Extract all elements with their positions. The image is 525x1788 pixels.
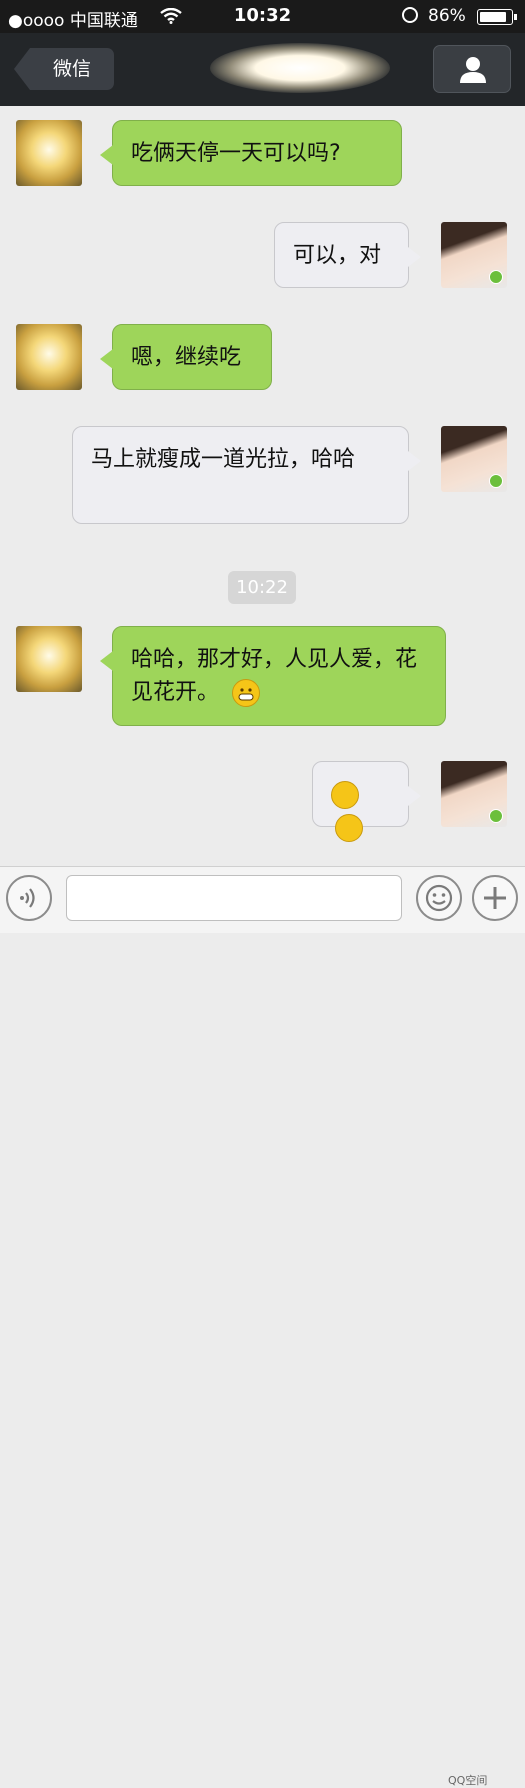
message-text: 哈哈，那才好，人见人爱，花见花开。 — [131, 647, 418, 705]
message-bubble[interactable] — [312, 761, 421, 842]
smiley-icon — [425, 884, 453, 912]
message-input[interactable] — [66, 875, 402, 921]
timestamp: 10:22 — [228, 571, 296, 604]
contact-avatar[interactable] — [16, 120, 82, 186]
rotation-lock-icon — [402, 7, 418, 23]
contact-avatar[interactable] — [16, 324, 82, 390]
my-avatar[interactable] — [441, 761, 507, 827]
voice-button[interactable] — [6, 875, 52, 921]
verified-badge-icon — [489, 474, 503, 488]
voice-icon — [20, 888, 35, 908]
laughing-emoji-icon — [331, 781, 359, 809]
message-list[interactable]: 吃俩天停一天可以吗? 可以，对 嗯，继续吃 马上就瘦成一道光拉，哈哈 10:22… — [0, 106, 525, 866]
message-bubble[interactable]: 吃俩天停一天可以吗? — [100, 120, 402, 186]
watermark: QQ空间 — [448, 1774, 488, 1787]
obscured-title — [180, 33, 410, 106]
person-icon — [460, 57, 486, 83]
laughing-emoji-icon — [335, 814, 363, 842]
chat-info-button[interactable] — [433, 45, 511, 93]
contact-avatar[interactable] — [16, 626, 82, 692]
grin-emoji-icon — [232, 679, 261, 707]
more-button[interactable] — [472, 875, 518, 921]
verified-badge-icon — [489, 270, 503, 284]
plus-icon — [484, 887, 506, 909]
status-bar: ●oooo 中国联通 10:32 86% — [0, 0, 525, 33]
input-bar: QQ空间 — [0, 866, 525, 1787]
my-avatar[interactable] — [441, 426, 507, 492]
message-bubble[interactable]: 可以，对 — [274, 222, 421, 288]
message-text: 可以，对 — [293, 243, 382, 268]
message-bubble[interactable]: 马上就瘦成一道光拉，哈哈 — [72, 426, 421, 524]
chat-header: 微信 — [0, 33, 525, 106]
back-arrow-icon — [14, 48, 30, 90]
message-text: 马上就瘦成一道光拉，哈哈 — [91, 447, 356, 472]
message-text: 嗯，继续吃 — [131, 345, 242, 370]
message-bubble[interactable]: 嗯，继续吃 — [100, 324, 272, 390]
battery-icon — [477, 9, 517, 25]
emoji-button[interactable] — [416, 875, 462, 921]
back-button-label: 微信 — [30, 48, 114, 90]
battery-percent: 86% — [428, 6, 466, 26]
message-bubble[interactable]: 哈哈，那才好，人见人爱，花见花开。 — [100, 626, 446, 726]
message-text: 吃俩天停一天可以吗? — [131, 141, 341, 166]
my-avatar[interactable] — [441, 222, 507, 288]
back-button[interactable]: 微信 — [14, 48, 114, 90]
verified-badge-icon — [489, 809, 503, 823]
